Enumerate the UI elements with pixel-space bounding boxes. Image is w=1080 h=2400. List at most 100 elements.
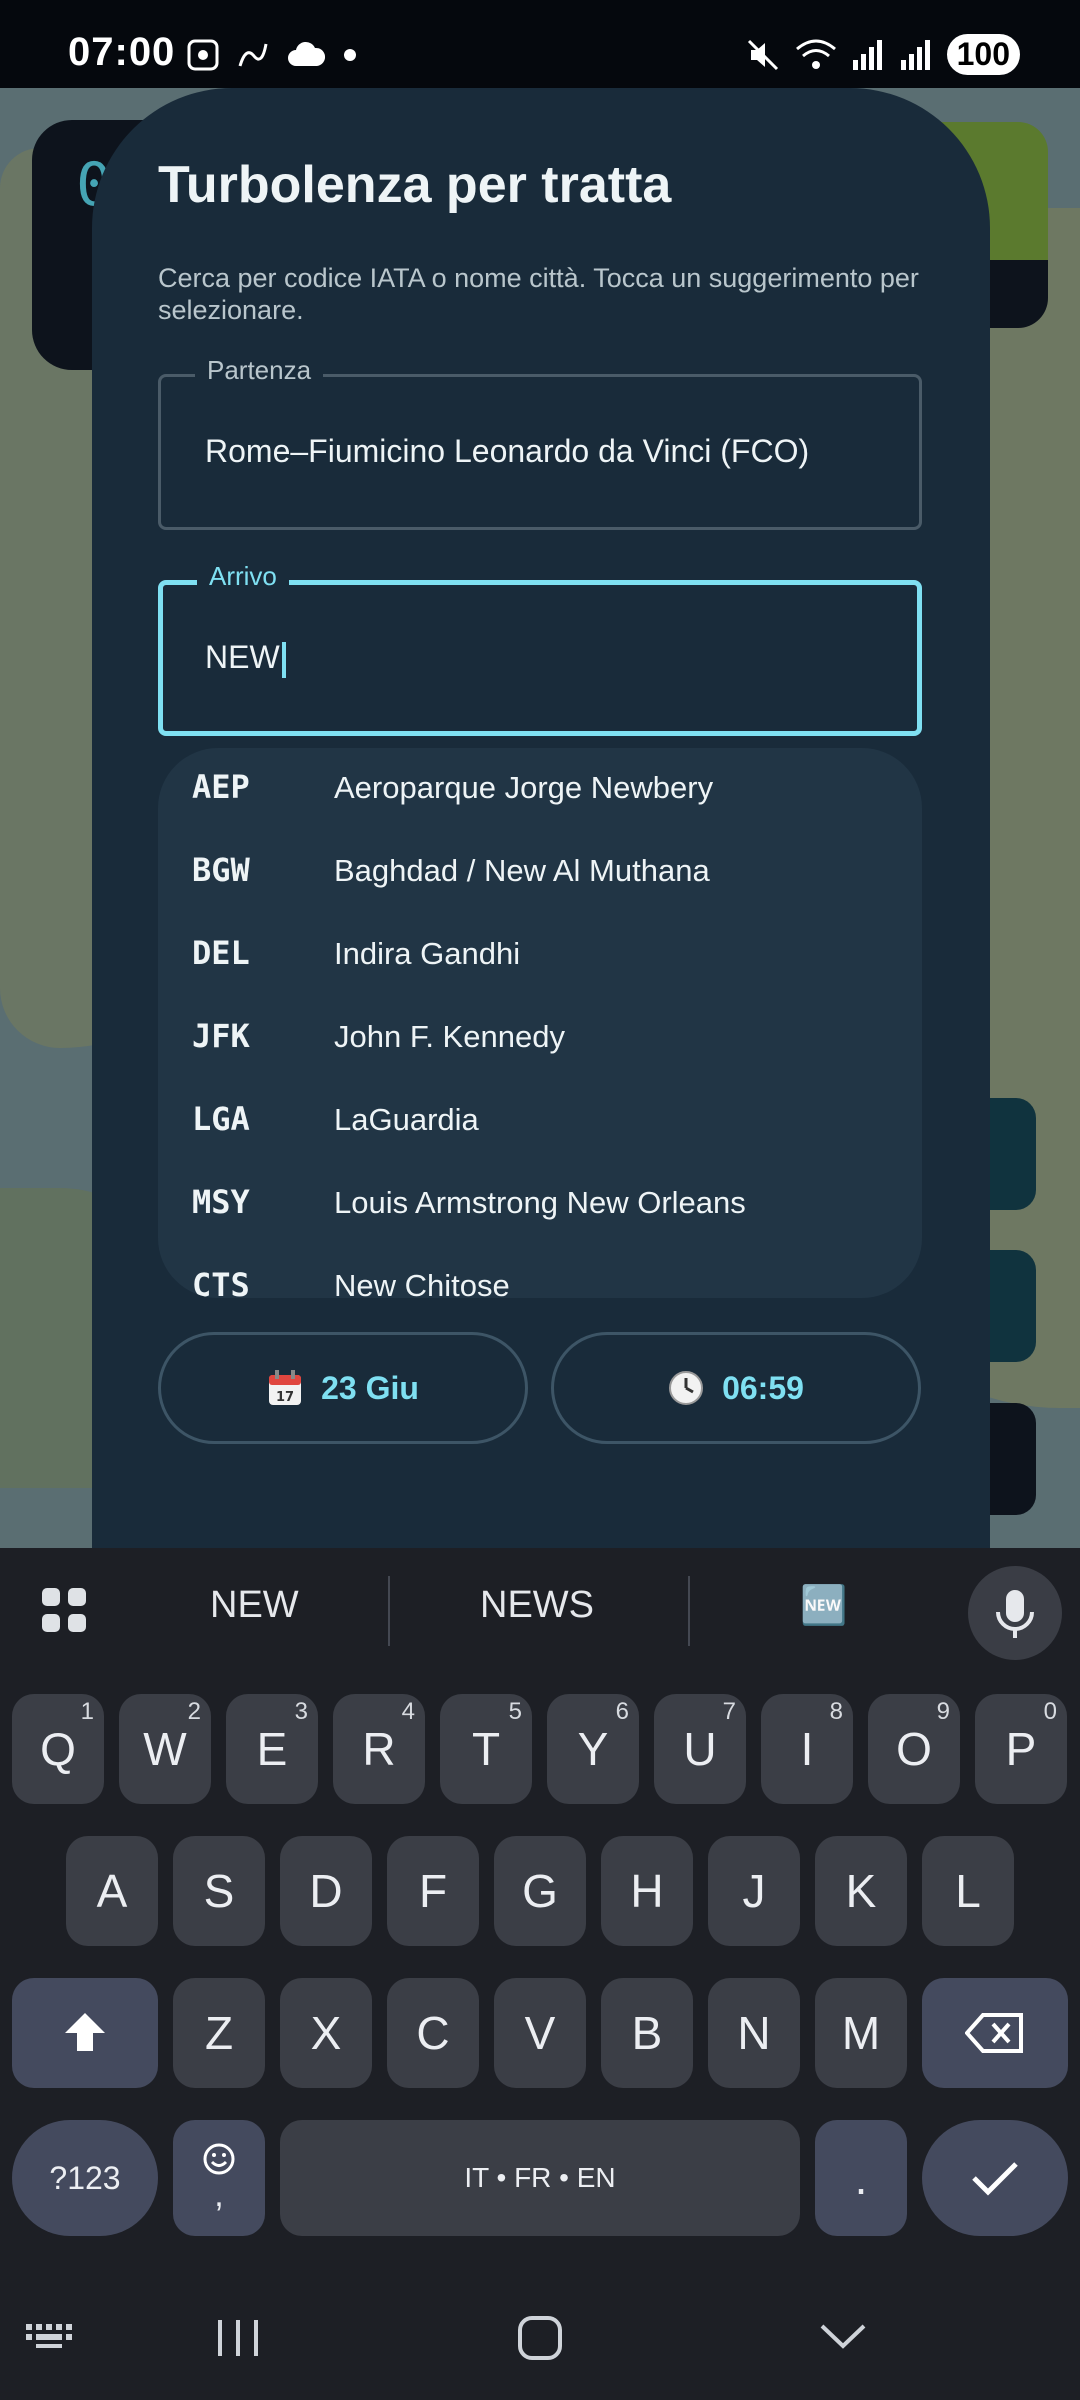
key-u[interactable]: U7 xyxy=(654,1694,746,1804)
key-l[interactable]: L xyxy=(922,1836,1014,1946)
date-picker-button[interactable]: 17 23 Giu xyxy=(158,1332,528,1444)
key-e[interactable]: E3 xyxy=(226,1694,318,1804)
keyboard-suggestion[interactable]: NEWS xyxy=(480,1584,594,1627)
key-y[interactable]: Y6 xyxy=(547,1694,639,1804)
key-b[interactable]: B xyxy=(601,1978,693,2088)
backspace-icon xyxy=(965,2013,1023,2053)
cloud-icon xyxy=(288,41,326,66)
dot-icon xyxy=(344,49,356,61)
key-w[interactable]: W2 xyxy=(119,1694,211,1804)
key-letter: E xyxy=(256,1723,288,1775)
suggestion-item[interactable]: JFK John F. Kennedy xyxy=(158,997,922,1080)
key-n[interactable]: N xyxy=(708,1978,800,2088)
suggestion-code: AEP xyxy=(192,768,250,806)
keyboard-hide-icon[interactable] xyxy=(24,2318,76,2354)
departure-field[interactable]: Partenza Rome–Fiumicino Leonardo da Vinc… xyxy=(158,355,922,530)
home-icon[interactable] xyxy=(516,2314,564,2362)
key-number: 5 xyxy=(508,1698,522,1725)
key-x[interactable]: X xyxy=(280,1978,372,2088)
mute-icon xyxy=(747,39,778,70)
arrival-text: NEW xyxy=(205,639,280,675)
time-picker-button[interactable]: 06:59 xyxy=(551,1332,921,1444)
key-r[interactable]: R4 xyxy=(333,1694,425,1804)
route-icon xyxy=(238,43,268,67)
text-caret xyxy=(281,641,286,678)
recents-icon[interactable] xyxy=(212,2316,264,2360)
key-letter: I xyxy=(800,1723,814,1775)
symbols-key[interactable]: ?123 xyxy=(12,2120,158,2236)
key-letter: R xyxy=(362,1723,396,1775)
key-number: 8 xyxy=(829,1698,843,1725)
key-j[interactable]: J xyxy=(708,1836,800,1946)
keyboard-suggestion[interactable]: NEW xyxy=(210,1584,299,1627)
keyboard-suggestion-bar: NEW NEWS 🆕 xyxy=(0,1548,1080,1672)
period-key[interactable]: . xyxy=(815,2120,907,2236)
emoji-comma-key[interactable]: , xyxy=(173,2120,265,2236)
suggestion-name: Indira Gandhi xyxy=(334,936,521,971)
status-right-icons: 100 xyxy=(745,34,1020,75)
departure-label: Partenza xyxy=(195,355,324,386)
suggestion-name: New Chitose xyxy=(334,1268,510,1298)
time-label: 06:59 xyxy=(722,1369,804,1406)
sheet-title: Turbolenza per tratta xyxy=(158,156,672,214)
key-z[interactable]: Z xyxy=(173,1978,265,2088)
shift-icon xyxy=(65,2013,105,2051)
key-number: 2 xyxy=(187,1698,201,1725)
key-number: 7 xyxy=(722,1698,736,1725)
suggestion-name: Louis Armstrong New Orleans xyxy=(334,1185,746,1220)
voice-input-button[interactable] xyxy=(968,1566,1062,1660)
suggestion-code: JFK xyxy=(192,1017,250,1055)
key-t[interactable]: T5 xyxy=(440,1694,532,1804)
suggestion-code: CTS xyxy=(192,1266,250,1298)
key-v[interactable]: V xyxy=(494,1978,586,2088)
status-bar: 07:00 100 xyxy=(0,0,1080,88)
emoji-icon xyxy=(203,2143,235,2174)
apps-grid-icon[interactable] xyxy=(40,1586,88,1634)
key-i[interactable]: I8 xyxy=(761,1694,853,1804)
suggestion-item[interactable]: BGW Baghdad / New Al Muthana xyxy=(158,831,922,914)
suggestion-item[interactable]: LGA LaGuardia xyxy=(158,1080,922,1163)
shift-key[interactable] xyxy=(12,1978,158,2088)
comma-label: , xyxy=(214,2175,224,2214)
signal-icon xyxy=(852,39,882,70)
suggestion-code: DEL xyxy=(192,934,250,972)
key-k[interactable]: K xyxy=(815,1836,907,1946)
clock-icon xyxy=(669,1371,704,1405)
suggestion-name: Baghdad / New Al Muthana xyxy=(334,853,710,888)
key-g[interactable]: G xyxy=(494,1836,586,1946)
key-f[interactable]: F xyxy=(387,1836,479,1946)
divider xyxy=(388,1576,390,1646)
key-number: 1 xyxy=(80,1698,94,1725)
space-key[interactable]: IT • FR • EN xyxy=(280,2120,800,2236)
key-c[interactable]: C xyxy=(387,1978,479,2088)
key-h[interactable]: H xyxy=(601,1836,693,1946)
suggestion-item[interactable]: CTS New Chitose xyxy=(158,1246,922,1298)
enter-key[interactable] xyxy=(922,2120,1068,2236)
svg-text:17: 17 xyxy=(276,1390,294,1405)
suggestion-item[interactable]: DEL Indira Gandhi xyxy=(158,914,922,997)
key-letter: U xyxy=(683,1723,717,1775)
key-number: 3 xyxy=(294,1698,308,1725)
backspace-key[interactable] xyxy=(922,1978,1068,2088)
key-d[interactable]: D xyxy=(280,1836,372,1946)
divider xyxy=(688,1576,690,1646)
key-o[interactable]: O9 xyxy=(868,1694,960,1804)
suggestion-code: MSY xyxy=(192,1183,250,1221)
status-left-icons xyxy=(186,38,358,72)
keyboard-suggestion[interactable]: 🆕 xyxy=(800,1584,847,1628)
key-letter: T xyxy=(471,1723,501,1775)
key-a[interactable]: A xyxy=(66,1836,158,1946)
suggestion-code: BGW xyxy=(192,851,250,889)
battery-level: 100 xyxy=(946,34,1020,75)
key-s[interactable]: S xyxy=(173,1836,265,1946)
chevron-down-icon[interactable] xyxy=(818,2320,868,2352)
airport-suggestions: AEP Aeroparque Jorge Newbery BGW Baghdad… xyxy=(158,748,922,1298)
suggestion-item[interactable]: MSY Louis Armstrong New Orleans xyxy=(158,1163,922,1246)
key-m[interactable]: M xyxy=(815,1978,907,2088)
clock: 07:00 xyxy=(68,30,176,74)
suggestion-name: John F. Kennedy xyxy=(334,1019,565,1054)
arrival-field[interactable]: Arrivo NEW xyxy=(158,561,922,736)
key-p[interactable]: P0 xyxy=(975,1694,1067,1804)
suggestion-item[interactable]: AEP Aeroparque Jorge Newbery xyxy=(158,748,922,831)
key-q[interactable]: Q1 xyxy=(12,1694,104,1804)
